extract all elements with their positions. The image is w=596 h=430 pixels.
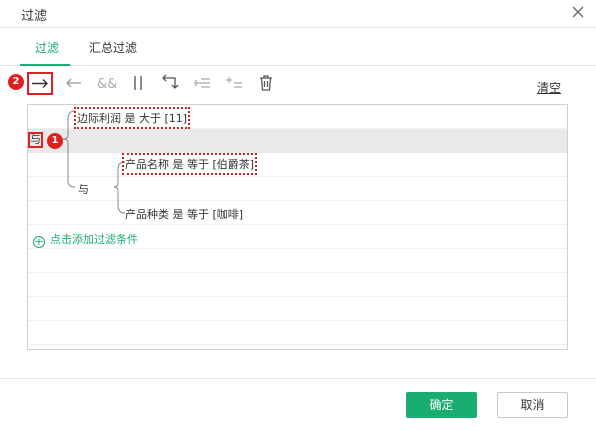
filter-dialog: 过滤 过滤 汇总过滤 2 && 清空 边际利润 是 大于 [11] 产品名称 是… <box>0 0 596 430</box>
filter-condition-product-name[interactable]: 产品名称 是 等于 [伯爵茶] <box>121 153 258 175</box>
root-and-operator[interactable]: 与 <box>28 132 43 148</box>
add-circle-icon: + <box>33 235 45 248</box>
cancel-button[interactable]: 取消 <box>497 392 568 418</box>
sub-and-operator[interactable]: 与 <box>78 181 89 197</box>
add-filter-condition-link[interactable]: + 点击添加过滤条件 <box>33 231 138 248</box>
add-condition-icon[interactable] <box>192 73 212 93</box>
tab-bar: 过滤 汇总过滤 <box>0 28 596 66</box>
callout-badge-2: 2 <box>8 74 24 90</box>
dialog-header: 过滤 <box>0 0 596 28</box>
filter-condition-product-type[interactable]: 产品种类 是 等于 [咖啡] <box>125 206 243 222</box>
tree-row <box>28 249 567 273</box>
indent-left-icon[interactable] <box>64 73 84 93</box>
filter-tree-panel: 边际利润 是 大于 [11] 产品名称 是 等于 [伯爵茶] 产品种类 是 等于… <box>27 104 568 350</box>
callout-badge-1: 1 <box>47 133 63 149</box>
indent-right-icon[interactable] <box>27 72 53 95</box>
and-icon[interactable]: && <box>96 73 116 93</box>
tree-row <box>28 273 567 297</box>
tree-row <box>28 297 567 321</box>
clear-button[interactable]: 清空 <box>537 79 561 96</box>
close-icon[interactable] <box>571 4 585 18</box>
delete-icon[interactable] <box>256 73 276 93</box>
or-icon[interactable] <box>128 73 148 93</box>
add-group-icon[interactable] <box>224 73 244 93</box>
tree-row <box>28 321 567 345</box>
svg-text:&&: && <box>97 77 116 92</box>
tab-summary-filter[interactable]: 汇总过滤 <box>89 39 137 56</box>
active-tab-indicator <box>20 64 70 66</box>
swap-icon[interactable] <box>160 73 180 93</box>
filter-condition-margin[interactable]: 边际利润 是 大于 [11] <box>73 107 191 129</box>
dialog-footer: 确定 取消 <box>0 378 596 430</box>
add-filter-label: 点击添加过滤条件 <box>50 233 138 246</box>
dialog-title: 过滤 <box>21 9 48 24</box>
tab-filter[interactable]: 过滤 <box>35 39 59 56</box>
ok-button[interactable]: 确定 <box>406 392 477 418</box>
